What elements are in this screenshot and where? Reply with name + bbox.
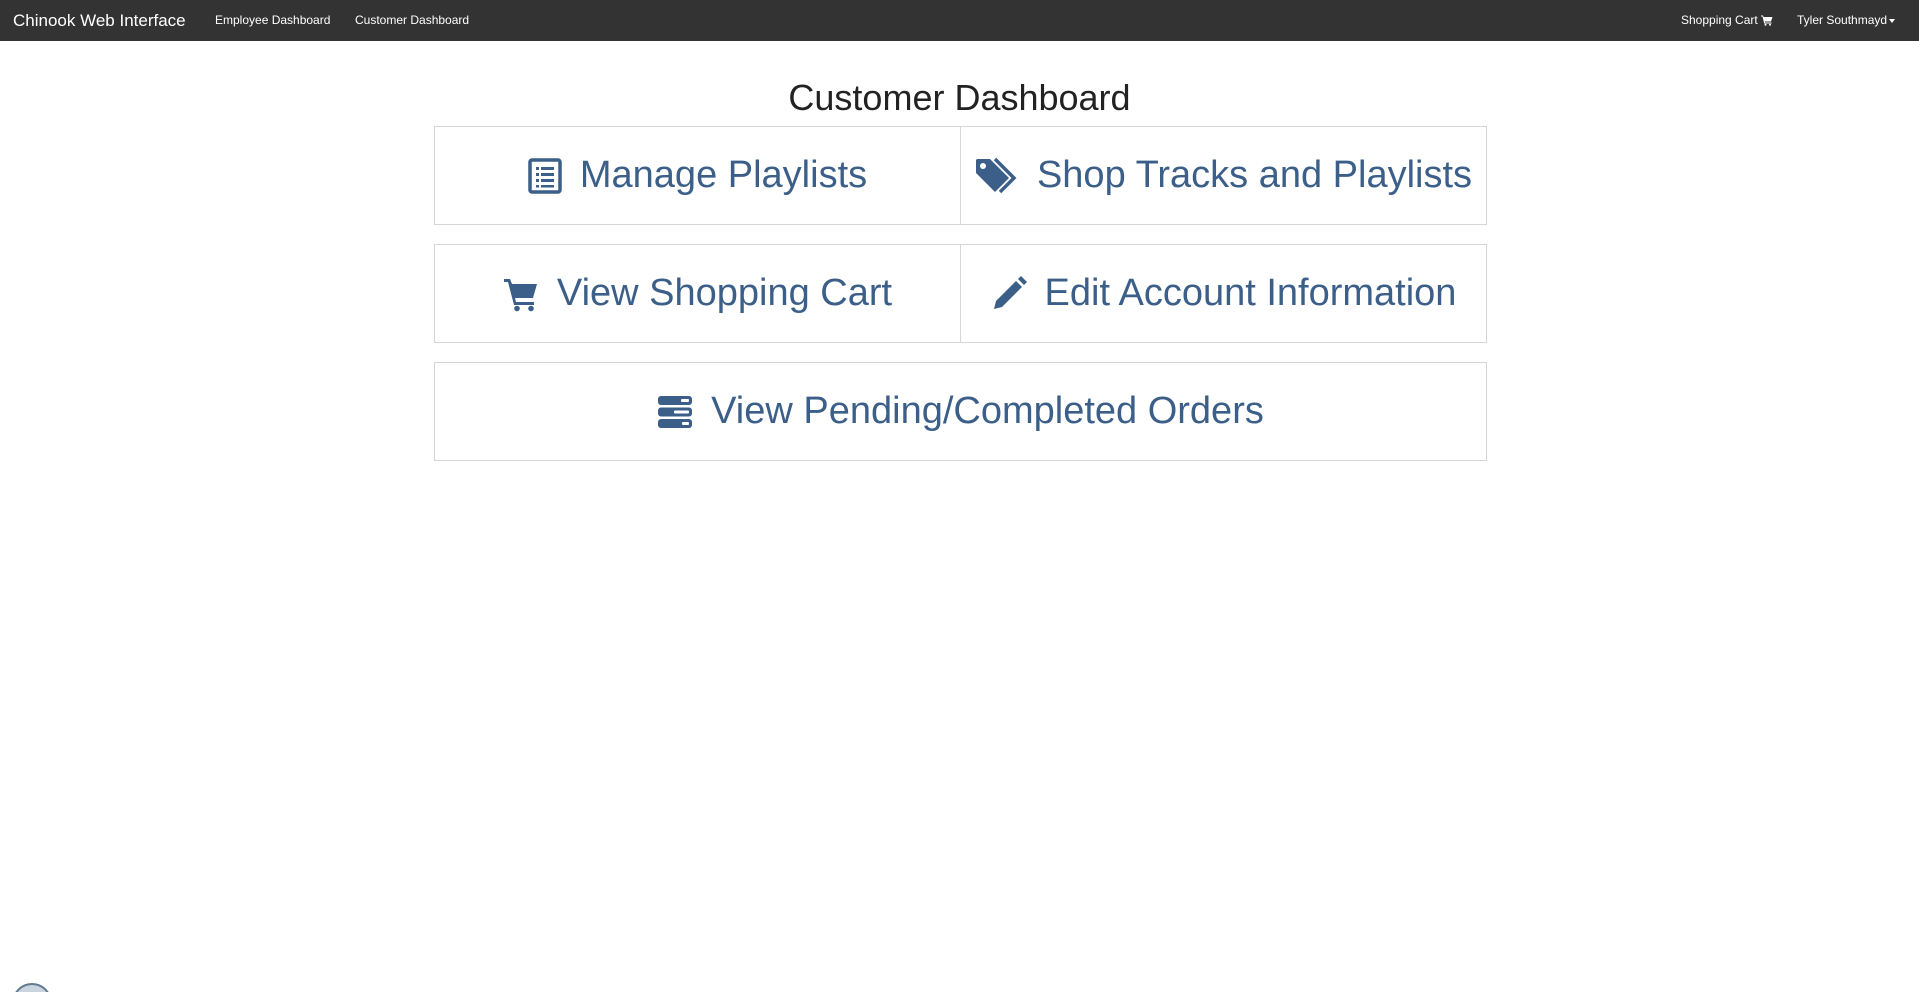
tasks-icon xyxy=(657,395,693,429)
nav-employee-dashboard[interactable]: Employee Dashboard xyxy=(215,0,330,41)
shopping-cart-icon xyxy=(1760,15,1773,26)
list-alt-icon xyxy=(528,157,562,194)
corner-avatar[interactable] xyxy=(12,983,52,992)
page-title: Customer Dashboard xyxy=(788,77,1131,118)
top-navbar: Chinook Web Interface Employee Dashboard… xyxy=(0,0,1919,41)
manage-playlists-label: Manage Playlists xyxy=(579,154,868,196)
shop-tracks-label: Shop Tracks and Playlists xyxy=(1036,154,1473,196)
brand-link[interactable]: Chinook Web Interface xyxy=(13,0,186,41)
nav-shopping-cart-label: Shopping Cart xyxy=(1681,13,1758,27)
shop-tracks-button[interactable]: Shop Tracks and Playlists xyxy=(960,126,1487,225)
view-shopping-cart-label: View Shopping Cart xyxy=(556,272,893,314)
user-menu-label: Tyler Southmayd xyxy=(1797,13,1888,27)
shopping-cart-icon xyxy=(503,276,539,312)
view-shopping-cart-button[interactable]: View Shopping Cart xyxy=(434,244,961,343)
edit-account-label: Edit Account Information xyxy=(1044,272,1457,314)
pencil-icon xyxy=(991,275,1027,312)
user-menu-dropdown[interactable]: Tyler Southmayd xyxy=(1797,0,1896,41)
caret-down-icon xyxy=(1889,19,1896,23)
edit-account-button[interactable]: Edit Account Information xyxy=(960,244,1487,343)
manage-playlists-button[interactable]: Manage Playlists xyxy=(434,126,961,225)
nav-customer-dashboard[interactable]: Customer Dashboard xyxy=(355,0,469,41)
view-orders-label: View Pending/Completed Orders xyxy=(711,390,1264,432)
view-orders-button[interactable]: View Pending/Completed Orders xyxy=(434,362,1487,461)
tags-icon xyxy=(975,157,1019,195)
nav-shopping-cart[interactable]: Shopping Cart xyxy=(1681,0,1773,41)
